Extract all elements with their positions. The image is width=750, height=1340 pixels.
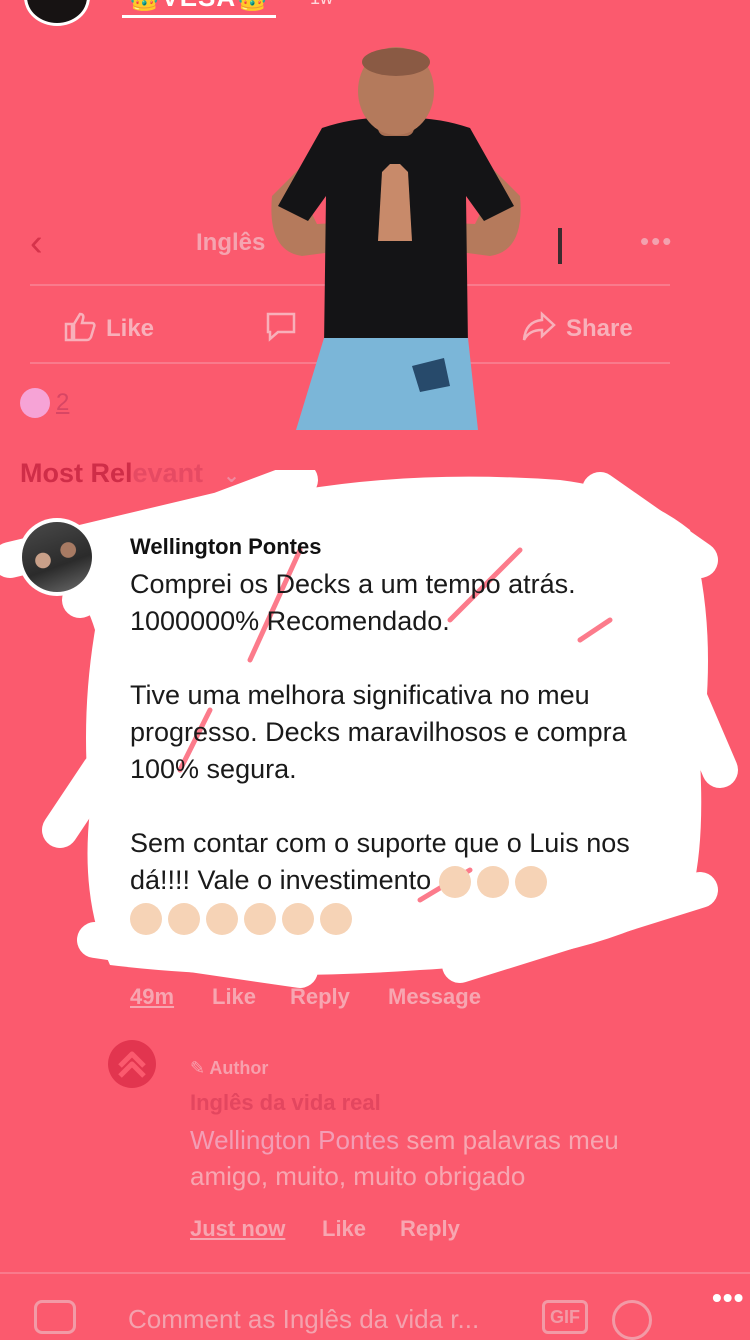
like-button[interactable]: Like — [64, 310, 154, 343]
comment-reply-button[interactable]: Reply — [290, 984, 350, 1010]
comment-time[interactable]: 49m — [130, 984, 174, 1010]
crown-icon: 👑 — [128, 0, 161, 12]
comment-input[interactable]: Comment as Inglês da vida r... — [128, 1304, 479, 1335]
thumbs-up-icon — [64, 312, 96, 342]
story-avatar[interactable] — [24, 0, 90, 26]
chevron-up-icon — [118, 1051, 146, 1078]
more-dots-icon[interactable]: ••• — [712, 1282, 744, 1314]
back-icon[interactable]: ‹ — [30, 222, 43, 265]
comment-like-button[interactable]: Like — [212, 984, 256, 1010]
clap-emoji-icon — [476, 865, 509, 898]
clap-emoji-icon — [168, 902, 200, 935]
gif-button[interactable]: GIF — [542, 1300, 588, 1334]
author-badge: ✎ Author — [190, 1058, 269, 1078]
reaction-summary[interactable]: 2 — [20, 388, 69, 418]
person-sticker — [271, 47, 521, 430]
thumbs-up-emoji-icon — [244, 902, 276, 935]
more-dots-icon[interactable]: ••• — [640, 226, 673, 257]
clap-emoji-icon — [438, 865, 471, 898]
emoji-icon[interactable] — [612, 1300, 652, 1340]
page-avatar[interactable] — [108, 1040, 156, 1088]
pencil-icon: ✎ — [190, 1058, 210, 1078]
clap-emoji-icon — [514, 865, 547, 898]
clap-emoji-icon — [130, 902, 162, 935]
reply-text: Wellington Pontes sem palavras meu amigo… — [190, 1125, 619, 1191]
thumbs-up-emoji-icon — [282, 902, 314, 935]
comment-text: Comprei os Decks a um tempo atrás. 10000… — [130, 566, 690, 936]
text-cursor — [558, 228, 562, 264]
mention-link[interactable]: Wellington Pontes — [190, 1125, 399, 1155]
crown-icon: 👑 — [236, 0, 269, 12]
like-reaction-icon — [20, 388, 50, 418]
reply-time[interactable]: Just now — [190, 1216, 285, 1242]
thumbs-up-emoji-icon — [320, 902, 352, 935]
share-button[interactable]: Share — [522, 310, 633, 343]
reply-author[interactable]: Inglês da vida real — [190, 1090, 381, 1116]
page-title: Inglês — [196, 229, 266, 256]
camera-icon[interactable] — [34, 1300, 76, 1334]
divider — [0, 1272, 750, 1274]
comment-author[interactable]: Wellington Pontes — [130, 534, 321, 560]
story-time: 1w — [310, 0, 333, 9]
comment-message-button[interactable]: Message — [388, 984, 481, 1010]
avatar[interactable] — [18, 518, 96, 596]
thumbs-up-emoji-icon — [206, 902, 238, 935]
story-username[interactable]: 👑VESA👑 — [122, 0, 276, 18]
reply-like-button[interactable]: Like — [322, 1216, 366, 1242]
reply-reply-button[interactable]: Reply — [400, 1216, 460, 1242]
